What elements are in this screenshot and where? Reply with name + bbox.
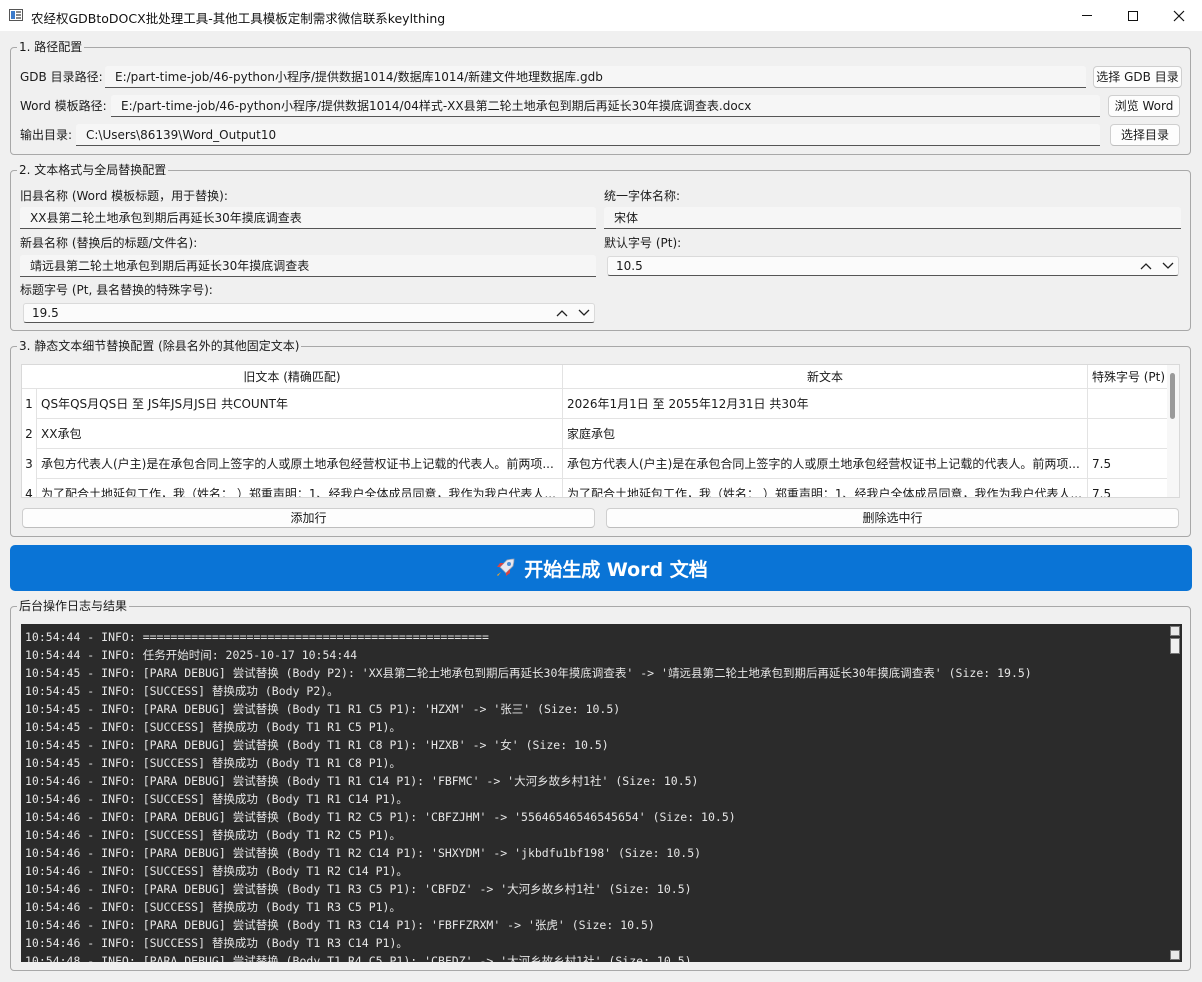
column-header-old[interactable]: 旧文本 (精确匹配) <box>22 365 563 389</box>
scroll-up-icon[interactable] <box>1170 626 1180 636</box>
size-cell[interactable] <box>1088 419 1170 449</box>
select-gdb-button[interactable]: 选择 GDB 目录 <box>1093 66 1182 88</box>
select-output-button[interactable]: 选择目录 <box>1110 124 1180 146</box>
table-row[interactable]: 1 QS年QS月QS日 至 JS年JS月JS日 共COUNT年 2026年1月1… <box>22 389 1170 419</box>
log-lines: 10:54:44 - INFO: =======================… <box>25 628 1032 962</box>
output-dir-label: 输出目录: <box>20 128 73 142</box>
start-button-label: 开始生成 Word 文档 <box>524 558 708 581</box>
log-line: 10:54:46 - INFO: [SUCCESS] 替换成功 (Body T1… <box>25 864 408 878</box>
title-size-label: 标题字号 (Pt, 县名替换的特殊字号): <box>20 283 213 297</box>
window-title: 农经权GDBtoDOCX批处理工具-其他工具模板定制需求微信联系keylthin… <box>31 11 446 26</box>
gdb-path-input[interactable]: E:/part-time-job/46-python小程序/提供数据1014/数… <box>105 66 1086 88</box>
size-cell[interactable]: 7.5 <box>1088 479 1170 497</box>
new-text-cell[interactable]: 承包方代表人(户主)是在承包合同上签字的人或原土地承包经营权证书上记载的代表人。… <box>563 449 1088 479</box>
table-row[interactable]: 2 XX承包 家庭承包 <box>22 419 1170 449</box>
scroll-down-icon[interactable] <box>1170 950 1180 960</box>
close-icon <box>1173 10 1185 21</box>
close-button[interactable] <box>1156 0 1202 31</box>
log-line: 10:54:46 - INFO: [PARA DEBUG] 尝试替换 (Body… <box>25 918 655 932</box>
log-line: 10:54:46 - INFO: [SUCCESS] 替换成功 (Body T1… <box>25 828 401 842</box>
title-size-arrows <box>556 304 590 322</box>
minimize-button[interactable] <box>1064 0 1110 31</box>
chevron-up-icon[interactable] <box>1140 262 1152 270</box>
word-template-label: Word 模板路径: <box>20 99 107 113</box>
log-line: 10:54:46 - INFO: [PARA DEBUG] 尝试替换 (Body… <box>25 882 692 896</box>
table-scrollbar[interactable] <box>1167 365 1179 497</box>
start-generate-button[interactable]: 开始生成 Word 文档 <box>10 545 1192 591</box>
table-header: 旧文本 (精确匹配) 新文本 特殊字号 (Pt) <box>22 365 1179 389</box>
add-row-button[interactable]: 添加行 <box>22 508 595 528</box>
row-number[interactable]: 4 <box>22 479 37 497</box>
default-size-label: 默认字号 (Pt): <box>604 236 682 250</box>
default-size-value: 10.5 <box>616 259 643 273</box>
format-config-title: 2. 文本格式与全局替换配置 <box>17 163 169 177</box>
title-bar: 农经权GDBtoDOCX批处理工具-其他工具模板定制需求微信联系keylthin… <box>0 0 1202 31</box>
output-dir-input[interactable]: C:\Users\86139\Word_Output10 <box>76 124 1100 146</box>
font-name-label: 统一字体名称: <box>604 189 681 203</box>
log-line: 10:54:48 - INFO: [PARA DEBUG] 尝试替换 (Body… <box>25 954 692 962</box>
title-size-value: 19.5 <box>32 306 59 320</box>
log-line: 10:54:44 - INFO: =======================… <box>25 630 489 644</box>
static-config-title: 3. 静态文本细节替换配置 (除县名外的其他固定文本) <box>17 339 302 353</box>
log-line: 10:54:46 - INFO: [PARA DEBUG] 尝试替换 (Body… <box>25 846 702 860</box>
log-line: 10:54:45 - INFO: [PARA DEBUG] 尝试替换 (Body… <box>25 738 609 752</box>
old-text-cell[interactable]: 承包方代表人(户主)是在承包合同上签字的人或原土地承包经营权证书上记载的代表人。… <box>37 449 563 479</box>
row-number[interactable]: 2 <box>22 419 37 449</box>
size-cell[interactable] <box>1088 389 1170 419</box>
log-line: 10:54:46 - INFO: [PARA DEBUG] 尝试替换 (Body… <box>25 810 736 824</box>
row-number[interactable]: 3 <box>22 449 37 479</box>
chevron-down-icon[interactable] <box>1162 262 1174 270</box>
log-line: 10:54:46 - INFO: [SUCCESS] 替换成功 (Body T1… <box>25 936 408 950</box>
rocket-icon <box>497 558 515 576</box>
log-scrollbar[interactable] <box>1168 624 1182 962</box>
old-text-cell[interactable]: XX承包 <box>37 419 563 449</box>
table-row[interactable]: 3 承包方代表人(户主)是在承包合同上签字的人或原土地承包经营权证书上记载的代表… <box>22 449 1170 479</box>
log-line: 10:54:45 - INFO: [PARA DEBUG] 尝试替换 (Body… <box>25 702 621 716</box>
maximize-button[interactable] <box>1110 0 1156 31</box>
minimize-icon <box>1082 15 1092 16</box>
new-text-cell[interactable]: 为了配合土地延包工作，我（姓名： ）郑重声明：1、经我户全体成员同意，我作为我户… <box>563 479 1088 497</box>
app-icon <box>9 9 23 21</box>
maximize-icon <box>1128 10 1138 21</box>
new-text-cell[interactable]: 家庭承包 <box>563 419 1088 449</box>
new-county-label: 新县名称 (替换后的标题/文件名): <box>20 236 198 250</box>
log-line: 10:54:45 - INFO: [SUCCESS] 替换成功 (Body P2… <box>25 684 339 698</box>
row-number[interactable]: 1 <box>22 389 37 419</box>
chevron-up-icon[interactable] <box>556 309 568 317</box>
log-title: 后台操作日志与结果 <box>17 599 130 613</box>
old-text-cell[interactable]: 为了配合土地延包工作，我（姓名： ）郑重声明：1、经我户全体成员同意，我作为我户… <box>37 479 563 497</box>
word-template-input[interactable]: E:/part-time-job/46-python小程序/提供数据1014/0… <box>111 95 1100 117</box>
new-county-input[interactable]: 靖远县第二轮土地承包到期后再延长30年摸底调查表 <box>20 255 596 277</box>
log-line: 10:54:46 - INFO: [PARA DEBUG] 尝试替换 (Body… <box>25 774 699 788</box>
log-line: 10:54:46 - INFO: [SUCCESS] 替换成功 (Body T1… <box>25 900 401 914</box>
old-county-input[interactable]: XX县第二轮土地承包到期后再延长30年摸底调查表 <box>20 207 596 229</box>
table-scrollbar-thumb[interactable] <box>1170 373 1175 419</box>
log-scrollbar-thumb[interactable] <box>1170 638 1180 654</box>
title-size-spinbox[interactable]: 19.5 <box>23 303 595 323</box>
old-county-label: 旧县名称 (Word 模板标题，用于替换): <box>20 189 228 203</box>
log-line: 10:54:45 - INFO: [SUCCESS] 替换成功 (Body T1… <box>25 756 401 770</box>
path-config-title: 1. 路径配置 <box>17 40 85 54</box>
new-text-cell[interactable]: 2026年1月1日 至 2055年12月31日 共30年 <box>563 389 1088 419</box>
replacement-table[interactable]: 旧文本 (精确匹配) 新文本 特殊字号 (Pt) 1 QS年QS月QS日 至 J… <box>21 364 1180 498</box>
old-text-cell[interactable]: QS年QS月QS日 至 JS年JS月JS日 共COUNT年 <box>37 389 563 419</box>
log-line: 10:54:45 - INFO: [SUCCESS] 替换成功 (Body T1… <box>25 720 401 734</box>
log-line: 10:54:45 - INFO: [PARA DEBUG] 尝试替换 (Body… <box>25 666 1032 680</box>
default-size-arrows <box>1140 257 1174 275</box>
log-line: 10:54:46 - INFO: [SUCCESS] 替换成功 (Body T1… <box>25 792 408 806</box>
default-size-spinbox[interactable]: 10.5 <box>607 256 1179 276</box>
table-row[interactable]: 4 为了配合土地延包工作，我（姓名： ）郑重声明：1、经我户全体成员同意，我作为… <box>22 479 1170 497</box>
size-cell[interactable]: 7.5 <box>1088 449 1170 479</box>
font-name-input[interactable]: 宋体 <box>604 207 1181 229</box>
delete-row-button[interactable]: 删除选中行 <box>606 508 1179 528</box>
log-line: 10:54:44 - INFO: 任务开始时间: 2025-10-17 10:5… <box>25 648 358 662</box>
column-header-new[interactable]: 新文本 <box>563 365 1088 389</box>
chevron-down-icon[interactable] <box>578 309 590 317</box>
browse-word-button[interactable]: 浏览 Word <box>1108 95 1180 117</box>
column-header-size[interactable]: 特殊字号 (Pt) <box>1088 365 1170 389</box>
gdb-path-label: GDB 目录路径: <box>20 70 103 84</box>
log-output[interactable]: 10:54:44 - INFO: =======================… <box>21 624 1182 962</box>
